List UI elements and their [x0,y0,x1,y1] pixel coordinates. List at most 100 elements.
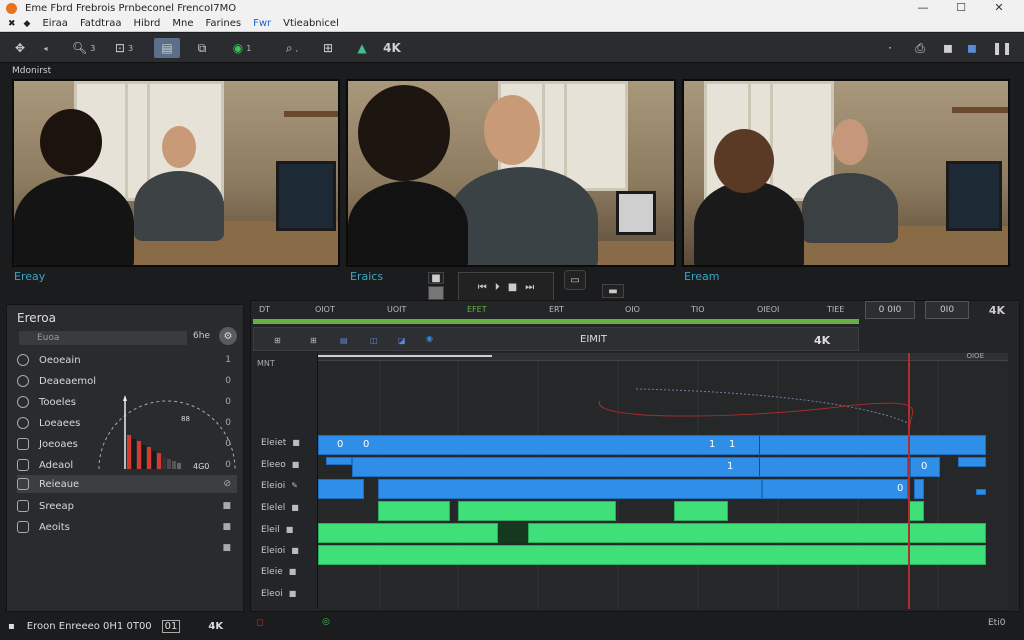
trb-res: 4K [988,303,1006,317]
list-item[interactable]: ■ [17,539,237,557]
crop-icon[interactable]: ⊡ 3 [114,38,134,58]
arrow-icon[interactable]: ◂ [34,38,54,58]
status-icon-text[interactable]: 01 [161,619,181,633]
tracks-header: OIOE [318,352,1008,361]
move-icon[interactable]: ✥ [10,38,30,58]
item-label: Aeoits [39,521,70,533]
export-icon[interactable]: ⎙ [910,38,930,58]
effect-icon[interactable]: ▲ [352,38,372,58]
sub-center-label: EIMIT [580,334,607,345]
list-item[interactable]: Aeoits ■ [17,518,237,536]
pause-icon[interactable]: ❚❚ [992,38,1012,58]
lock-icon: ■ [291,460,300,469]
track-label: Eleeo ■ [261,460,300,470]
close-button[interactable]: ✕ [980,0,1018,16]
audio-clip[interactable] [378,501,450,521]
record-status-icon[interactable]: ◻ [256,618,263,628]
list-item[interactable]: Sreeap ■ [17,497,237,515]
video-clip[interactable] [318,479,364,499]
scroll-thumb[interactable] [318,355,492,357]
next-frame-icon[interactable]: ⏭ [525,282,534,293]
audio-clip[interactable] [318,545,986,565]
play-icon[interactable]: ⏵ [495,282,500,293]
panel-icon[interactable]: ◼ [962,38,982,58]
sub-icon[interactable]: ▤ [340,336,348,345]
monitor-2[interactable] [346,79,676,267]
sub-icon-active[interactable]: ◉ [426,334,433,343]
monitor-3[interactable] [682,79,1010,267]
minimize-button[interactable]: — [904,0,942,16]
layers-icon[interactable]: ⧉ [192,38,212,58]
fullscreen-icon[interactable]: ▭ [564,270,586,290]
audio-clip[interactable] [458,501,616,521]
maximize-button[interactable]: ☐ [942,0,980,16]
resolution-label[interactable]: 4K [382,38,402,58]
video-clip[interactable]: 0 [762,479,908,499]
status-dot-icon[interactable]: ◎ [322,617,330,627]
audio-clip[interactable] [528,523,986,543]
audio-clip[interactable] [674,501,728,521]
video-clip-hatched[interactable] [378,479,762,499]
zoom-icon[interactable]: 🔍︎ 3 [72,38,95,58]
audio-clip[interactable] [318,523,498,543]
sub-icon[interactable]: ◫ [370,336,378,345]
playhead[interactable] [908,353,910,609]
sub-right-label: 4K [814,334,831,347]
app-icon [6,2,17,14]
render-progress-bar [253,319,859,324]
item-label: Oeoeain [39,354,81,366]
video-clip[interactable]: 0 [910,457,940,477]
item-icon [17,417,29,429]
monitor-1[interactable] [12,79,340,267]
audio-gap [498,523,528,543]
sub-icon[interactable]: ⊞ [310,336,317,345]
audio-icon[interactable]: ▬ [602,284,624,298]
video-clip[interactable]: 0 0 1 1 [318,435,986,455]
video-clip[interactable] [326,457,352,465]
list-item[interactable]: Deaeaemol 0 [17,372,237,390]
area-top-left: MNT [257,359,275,368]
search-input[interactable]: Euoa [19,331,187,345]
menu-item-last[interactable]: Vtieabnicel [283,18,339,29]
window-title: Eme Fbrd Frebrois Prnbeconel FrencoI7MO [25,2,237,14]
menu-item-2[interactable]: Fatdtraa [80,18,122,29]
prev-frame-icon[interactable]: ⏮ [478,282,487,293]
gauge-bars [127,435,181,469]
gear-icon[interactable]: ⚙ [219,327,237,345]
list-item-selected[interactable]: Reieaue ⊘ [17,475,237,493]
timeline-panel: DT OIOT UOIT EFET ERT OIO TIO OIEOI TIEE… [250,300,1020,612]
record-icon[interactable]: ◉ 1 [232,38,252,58]
sub-icon[interactable]: ⊞ [274,336,281,345]
item-icon [17,375,29,387]
window-icon[interactable]: ◼ [938,38,958,58]
menu-item-3[interactable]: Hibrd [133,18,160,29]
list-item[interactable]: Oeoeain 1 [17,351,237,369]
search-frame-icon[interactable]: ⌕, [282,38,302,58]
timeline-tracks[interactable]: OIOE 0 0 1 1 1 0 0 [317,352,1008,609]
menu-item-5[interactable]: Farines [206,18,242,29]
track-label: Eleioi ✎ [261,481,298,491]
stop-icon[interactable]: ■ [508,282,517,293]
video-clip[interactable] [976,489,986,495]
sub-icon[interactable]: ◪ [398,336,406,345]
close-doc-icon[interactable]: ✖ [8,19,16,29]
pin-icon[interactable]: ◆ [24,19,31,29]
item-icon [17,521,29,533]
menu-item-1[interactable]: Eiraa [42,18,67,29]
item-label: Loeaees [39,417,81,429]
menu-item-4[interactable]: Mne [172,18,193,29]
clip-icon[interactable]: ▤ [154,38,180,58]
menu-item-accent[interactable]: Fwr [253,18,271,29]
control-block-icon[interactable] [428,286,444,300]
track-label: Elelel ■ [261,503,299,513]
video-clip[interactable]: 1 [352,457,908,477]
control-square-icon[interactable]: ■ [428,272,444,284]
audio-clip[interactable] [908,501,924,521]
video-clip[interactable] [914,479,924,499]
trb-button-2[interactable]: 0I0 [925,301,969,319]
ruler-label: EFET [467,305,487,314]
grid-icon[interactable]: ⊞ [318,38,338,58]
status-text: Eroon Enreeeo 0H1 0T00 [26,620,152,632]
video-clip[interactable] [958,457,986,467]
trb-button-1[interactable]: 0 0I0 [865,301,915,319]
